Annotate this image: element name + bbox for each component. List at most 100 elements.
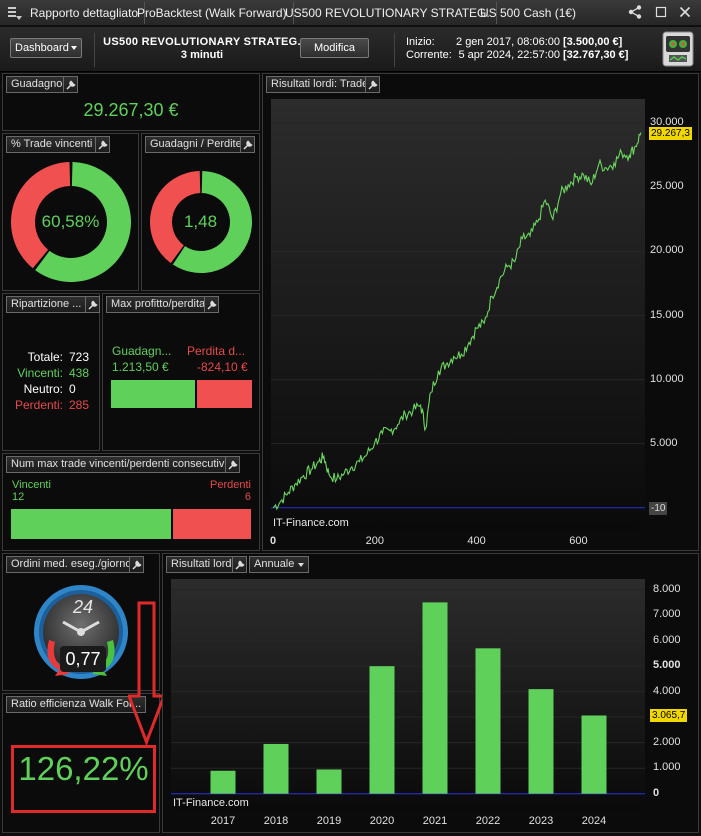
x-tick-label: 2019	[316, 815, 342, 827]
y-tick-label: 15.000	[650, 308, 684, 321]
x-tick-label: 200	[365, 535, 384, 547]
total-label: Totale:	[27, 350, 63, 364]
watermark: IT-Finance.com	[273, 517, 349, 529]
modify-button[interactable]: Modifica	[300, 38, 369, 58]
breakdown-title: Ripartizione ...	[6, 296, 87, 313]
bar-2020[interactable]	[369, 666, 395, 794]
strategy-robot-icon[interactable]	[662, 31, 694, 67]
max-profit-loss-panel: Max profitto/perdita Guadagn... 1.213,50…	[102, 293, 260, 451]
tab-strategy[interactable]: US500 REVOLUTIONARY STRATEG.	[279, 2, 497, 24]
consecutive-lose-count: 6	[244, 491, 251, 503]
clock-24-label: 24	[73, 597, 94, 617]
equity-chart[interactable]	[263, 74, 700, 552]
y-tick-label: 10.000	[650, 372, 684, 385]
x-tick-label: 2021	[422, 815, 448, 827]
consecutive-win-count: 12	[12, 491, 25, 503]
tab-instrument[interactable]: US 500 Cash (1€)	[474, 2, 582, 24]
annual-results-panel: Risultati lordi Annuale 01.0002.0003.000…	[162, 553, 699, 833]
efficiency-title: Ratio efficienza Walk For...	[6, 696, 147, 713]
y-tick-label: 5.000	[653, 659, 681, 672]
annual-bar-chart[interactable]	[163, 554, 700, 834]
x-tick-label: 2022	[475, 815, 501, 827]
strategy-name: US500 REVOLUTIONARY STRATEG.	[103, 36, 301, 48]
consecutive-lose-bar	[173, 509, 251, 539]
wrench-icon[interactable]	[95, 136, 110, 153]
max-gain-bar	[111, 380, 195, 408]
watermark: IT-Finance.com	[173, 797, 249, 809]
winning-label: Vincenti:	[17, 366, 63, 380]
x-tick-label: 600	[569, 535, 588, 547]
zero-value-tag: -10	[649, 501, 668, 515]
tab-bar: Rapporto dettagliato ProBacktest (Walk F…	[0, 0, 701, 26]
consecutive-lose-label: Perdenti	[210, 479, 251, 491]
wrench-icon[interactable]	[204, 296, 219, 313]
tab-backtest[interactable]: ProBacktest (Walk Forward)	[131, 2, 294, 24]
y-tick-label: 2.000	[653, 735, 681, 748]
header-divider	[394, 33, 395, 67]
consecutive-win-bar	[11, 509, 171, 539]
bar-2021[interactable]	[422, 602, 448, 794]
orders-value: 0,77	[60, 646, 106, 672]
wrench-icon[interactable]	[85, 296, 100, 313]
gain-loss-ratio: 1,48	[183, 212, 218, 231]
losing-count: 285	[69, 398, 90, 412]
max-loss-value: -824,10 €	[197, 360, 248, 374]
wrench-icon[interactable]	[240, 136, 255, 153]
y-tick-label: 4.000	[653, 684, 681, 697]
efficiency-value: 126,22%	[18, 750, 149, 787]
y-tick-label: 7.000	[653, 608, 681, 621]
neutral-label: Neutro:	[23, 382, 63, 396]
gain-loss-title: Guadagni / Perdite	[145, 136, 247, 153]
win-rate-title: % Trade vincenti	[6, 136, 98, 153]
report-header: Dashboard US500 REVOLUTIONARY STRATEG. 3…	[0, 27, 701, 72]
wrench-icon[interactable]	[129, 556, 144, 573]
last-value-tag: 3.065,7	[650, 709, 688, 723]
bar-2018[interactable]	[263, 743, 289, 794]
menu-handle-icon[interactable]	[4, 5, 22, 21]
max-loss-bar	[197, 380, 252, 408]
wrench-icon[interactable]	[225, 456, 240, 473]
wrench-icon[interactable]	[63, 76, 78, 93]
timeframe: 3 minuti	[180, 49, 224, 61]
y-tick-label: 25.000	[650, 180, 684, 193]
orders-title: Ordini med. eseg./giorno	[6, 556, 137, 573]
bar-2019[interactable]	[316, 769, 342, 794]
breakdown-panel: Ripartizione ... Totale: 723 Vincenti: 4…	[2, 293, 100, 451]
x-tick-label: 2017	[210, 815, 236, 827]
consecutive-panel: Num max trade vincenti/perdenti consecut…	[2, 453, 260, 551]
tab-report[interactable]: Rapporto dettagliato	[24, 2, 146, 24]
share-icon[interactable]	[627, 4, 643, 20]
x-tick-label: 2023	[528, 815, 554, 827]
x-tick-label: 2020	[369, 815, 395, 827]
current-label: Corrente:	[406, 49, 452, 61]
start-label: Inizio:	[406, 36, 435, 48]
gain-title: Guadagno	[6, 76, 68, 93]
y-tick-label: 1.000	[653, 761, 681, 774]
total-count: 723	[69, 350, 90, 364]
last-value-tag: 29.267,3	[649, 126, 692, 140]
dashboard-dropdown[interactable]: Dashboard	[10, 38, 82, 58]
bar-2023[interactable]	[528, 689, 554, 794]
minimize-icon[interactable]	[653, 4, 669, 20]
gain-loss-panel: Guadagni / Perdite 1,48	[141, 133, 260, 291]
neutral-count: 0	[69, 382, 76, 396]
y-tick-label: 5.000	[650, 436, 678, 449]
close-icon[interactable]	[677, 4, 693, 20]
bar-2017[interactable]	[210, 770, 236, 794]
chevron-down-icon	[71, 46, 77, 50]
gain-value: 29.267,30 €	[83, 100, 179, 120]
y-tick-label: 20.000	[650, 244, 684, 257]
consecutive-title: Num max trade vincenti/perdenti consecut…	[6, 456, 232, 473]
x-tick-label: 2018	[263, 815, 289, 827]
start-date: 2 gen 2017, 08:06:00	[456, 36, 560, 48]
bar-2024[interactable]	[581, 715, 607, 794]
current-date: 5 apr 2024, 22:57:00	[458, 49, 560, 61]
gain-panel: Guadagno 29.267,30 €	[2, 73, 260, 131]
consecutive-win-label: Vincenti	[12, 479, 51, 491]
x-tick-label: 2024	[581, 815, 607, 827]
max-gain-value: 1.213,50 €	[112, 360, 169, 374]
trade-results-panel: Risultati lordi: Trade 5.000 10.000 15.000…	[262, 73, 699, 551]
max-loss-label: Perdita d...	[187, 344, 246, 358]
bar-2022[interactable]	[475, 648, 501, 794]
y-tick-label: 6.000	[653, 633, 681, 646]
